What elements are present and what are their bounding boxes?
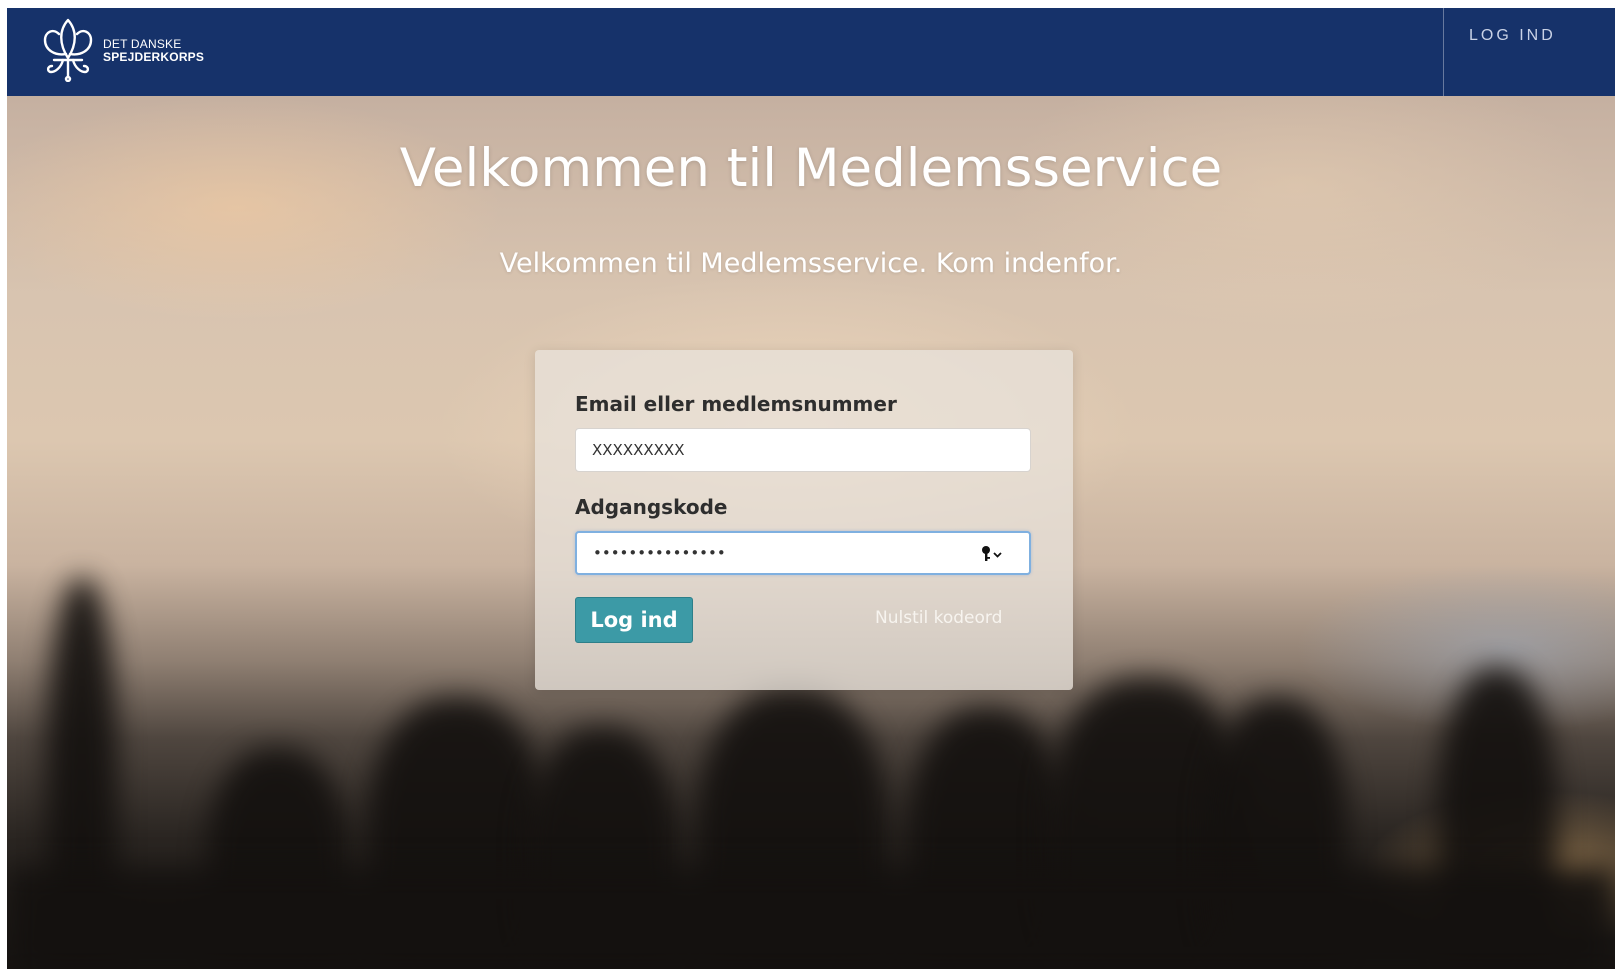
password-label: Adgangskode <box>575 495 728 519</box>
fleur-de-lis-icon[interactable] <box>37 14 99 82</box>
reset-password-link[interactable]: Nulstil kodeord <box>875 608 1002 628</box>
email-label: Email eller medlemsnummer <box>575 392 897 416</box>
page: DET DANSKE SPEJDERKORPS LOG IND Velkomme… <box>7 8 1615 969</box>
page-title: Velkommen til Medlemsservice <box>399 138 1223 199</box>
header-divider <box>1443 8 1444 96</box>
header-login-link[interactable]: LOG IND <box>1469 27 1556 45</box>
logo-line-2: SPEJDERKORPS <box>103 50 205 64</box>
login-card: Email eller medlemsnummer Adgangskode Lo… <box>535 350 1073 690</box>
page-subtitle: Velkommen til Medlemsservice. Kom indenf… <box>499 248 1123 279</box>
key-icon[interactable] <box>979 545 1005 563</box>
silhouette <box>7 868 1615 969</box>
login-button[interactable]: Log ind <box>575 597 693 643</box>
top-navbar: DET DANSKE SPEJDERKORPS LOG IND <box>7 8 1615 96</box>
email-input[interactable] <box>575 428 1031 472</box>
logo-wordmark[interactable]: DET DANSKE SPEJDERKORPS <box>103 38 204 64</box>
password-input[interactable] <box>575 531 1031 575</box>
